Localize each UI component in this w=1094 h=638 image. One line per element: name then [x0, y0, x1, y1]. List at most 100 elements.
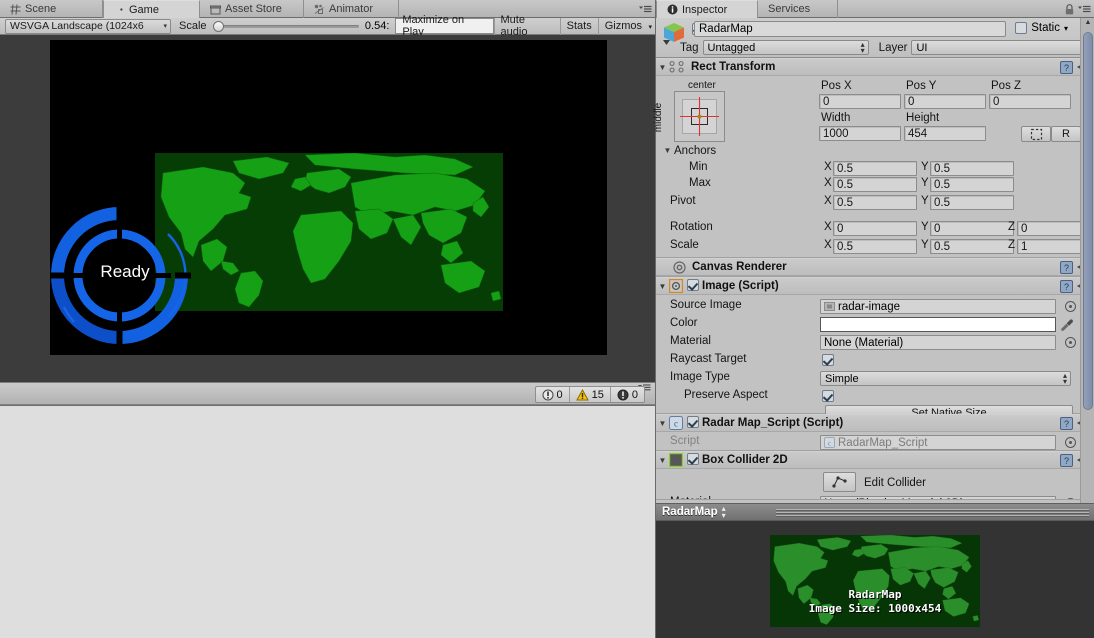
tab-services[interactable]: Services	[758, 0, 838, 18]
checkbox-glyph	[687, 452, 699, 465]
game-view-options-icon[interactable]	[639, 5, 652, 14]
tag-dropdown[interactable]: Untagged ▴ ▾	[702, 40, 869, 55]
tab-inspector[interactable]: Inspector	[656, 0, 758, 18]
scale-slider[interactable]	[212, 19, 359, 33]
error-counter[interactable]: 0	[536, 387, 570, 402]
collider-material-field[interactable]: None (Physics Material 2D)	[820, 496, 1056, 499]
scale-z-field[interactable]: 1	[1017, 239, 1088, 254]
anchor-min-y-field[interactable]: 0.5	[930, 161, 1014, 176]
box-collider-enabled-checkbox[interactable]	[687, 452, 699, 468]
rect-transform-title: Rect Transform	[691, 61, 776, 73]
color-swatch-field[interactable]	[820, 317, 1056, 332]
inspector-options-icon[interactable]	[1078, 5, 1091, 14]
static-checkbox[interactable]	[1015, 22, 1028, 34]
console-body[interactable]	[0, 405, 655, 638]
height-field[interactable]: 454	[904, 126, 986, 141]
image-enabled-checkbox[interactable]	[687, 278, 699, 294]
radar-map-script-header[interactable]: ▼ c Radar Map_Script (Script) ?	[656, 414, 1094, 432]
resolution-dropdown[interactable]: WSVGA Landscape (1024x6 ▾	[5, 18, 171, 34]
foldout-arrow-icon[interactable]: ▼	[656, 419, 669, 428]
pivot-y-field[interactable]: 0.5	[930, 195, 1014, 210]
tab-animator[interactable]: Animator	[304, 0, 399, 18]
object-picker-icon[interactable]	[1065, 498, 1076, 499]
foldout-arrow-icon[interactable]: ▼	[656, 456, 669, 465]
tab-scene[interactable]: Scene	[0, 0, 103, 18]
gizmos-button[interactable]: Gizmos ▾	[597, 17, 655, 35]
rotation-z-field[interactable]: 0	[1017, 221, 1088, 236]
tab-game[interactable]: Game	[103, 0, 200, 18]
pos-z-label: Pos Z	[991, 80, 1022, 92]
maximize-on-play-button[interactable]: Maximize on Play	[395, 14, 494, 38]
raw-edit-button[interactable]: R	[1051, 126, 1081, 142]
radar-script-enabled-checkbox[interactable]	[687, 415, 699, 431]
scale-row: Scale X 0.5 Y 0.5 Z 1	[656, 239, 1094, 255]
tab-asset-store[interactable]: Asset Store	[200, 0, 304, 18]
lock-icon[interactable]	[1065, 4, 1074, 15]
tag-layer-row: Tag Untagged ▴▾ Layer UI ▴▾	[680, 40, 1088, 55]
canvas-renderer-icon	[673, 260, 686, 274]
preserve-aspect-checkbox[interactable]	[822, 390, 834, 405]
preview-updown-icon[interactable]: ▴ ▾	[722, 505, 726, 520]
preview-header-bar[interactable]: RadarMap ▴ ▾	[656, 503, 1094, 520]
canvas-renderer-header[interactable]: ▼ Canvas Renderer ?	[656, 258, 1094, 276]
image-type-dropdown[interactable]: Simple ▴ ▾	[820, 371, 1071, 386]
layer-dropdown[interactable]: UI ▴▾	[911, 40, 1088, 55]
pos-x-field[interactable]: 0	[819, 94, 901, 109]
mute-audio-button[interactable]: Mute audio	[493, 14, 560, 38]
scrollbar-thumb[interactable]	[1083, 32, 1093, 410]
updown-icon: ▴▾	[1062, 371, 1067, 386]
help-icon[interactable]: ?	[1060, 261, 1073, 274]
scroll-up-arrow-icon[interactable]: ▲	[1083, 19, 1093, 30]
help-icon[interactable]: ?	[1060, 61, 1073, 74]
static-toggle[interactable]: Static ▾	[1015, 22, 1068, 34]
edit-collider-button[interactable]	[823, 472, 856, 492]
component-radar-map-script: ▼ c Radar Map_Script (Script) ? Script c…	[656, 414, 1094, 451]
anchor-max-x-field[interactable]: 0.5	[833, 177, 917, 192]
game-canvas[interactable]: Ready	[50, 40, 607, 355]
rect-transform-header[interactable]: ▼ Rect Transform ?	[656, 58, 1094, 76]
error-icon	[542, 389, 554, 401]
anchor-max-y-field[interactable]: 0.5	[930, 177, 1014, 192]
rotation-x-field[interactable]: 0	[833, 221, 917, 236]
object-picker-icon[interactable]	[1065, 437, 1076, 448]
object-name-field[interactable]: RadarMap	[694, 21, 1006, 37]
warning-counter[interactable]: 15	[570, 387, 611, 402]
scale-y-field[interactable]: 0.5	[930, 239, 1014, 254]
blueprint-mode-button[interactable]	[1021, 126, 1051, 142]
anchors-foldout[interactable]: ▼ Anchors	[656, 145, 1094, 161]
box-collider-2d-header[interactable]: ▼ Box Collider 2D ?	[656, 451, 1094, 469]
inspector-scrollbar[interactable]: ▲ ▼	[1080, 18, 1094, 520]
box-collider-icon	[669, 453, 683, 467]
width-field[interactable]: 1000	[819, 126, 901, 141]
help-icon[interactable]: ?	[1060, 417, 1073, 430]
message-counter[interactable]: 0	[611, 387, 644, 402]
anchor-min-x-field[interactable]: 0.5	[833, 161, 917, 176]
scale-x-field[interactable]: 0.5	[833, 239, 917, 254]
game-view[interactable]: Ready	[0, 35, 655, 382]
tab-scene-label: Scene	[25, 3, 57, 15]
tab-game-label: Game	[129, 3, 159, 16]
eyedropper-icon[interactable]	[1060, 318, 1074, 332]
raycast-target-checkbox[interactable]	[822, 354, 834, 369]
object-picker-icon[interactable]	[1065, 301, 1076, 312]
material-field[interactable]: None (Material)	[820, 335, 1056, 350]
stats-button[interactable]: Stats	[559, 17, 598, 35]
image-script-header[interactable]: ▼ Image (Script) ?	[656, 277, 1094, 295]
scale-slider-knob[interactable]	[212, 21, 224, 32]
foldout-arrow-icon[interactable]: ▼	[661, 146, 674, 155]
svg-text:?: ?	[1064, 63, 1069, 73]
foldout-arrow-icon[interactable]: ▼	[656, 63, 669, 72]
preview-caption: RadarMap Image Size: 1000x454	[770, 588, 980, 616]
script-field[interactable]: c RadarMap_Script	[820, 435, 1056, 450]
pivot-x-field[interactable]: 0.5	[833, 195, 917, 210]
object-picker-icon[interactable]	[1065, 337, 1076, 348]
pos-y-field[interactable]: 0	[904, 94, 986, 109]
help-icon[interactable]: ?	[1060, 280, 1073, 293]
foldout-arrow-icon[interactable]: ▼	[656, 282, 669, 291]
help-icon[interactable]: ?	[1060, 454, 1073, 467]
rotation-y-field[interactable]: 0	[930, 221, 1014, 236]
pos-z-field[interactable]: 0	[989, 94, 1071, 109]
console-counters: 0 15 0	[534, 386, 645, 403]
chevron-down-icon[interactable]: ▾	[1064, 24, 1068, 33]
source-image-field[interactable]: radar-image	[820, 299, 1056, 314]
